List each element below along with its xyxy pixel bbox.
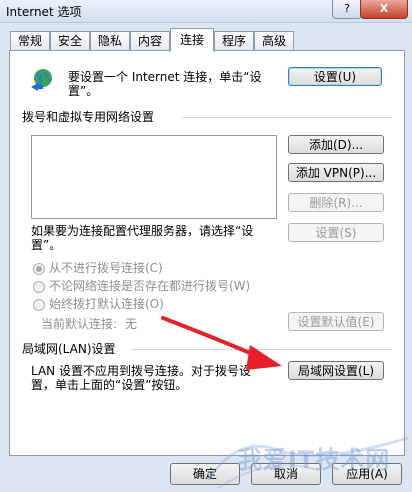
radio-never-dial[interactable] — [33, 263, 45, 275]
lan-settings-button[interactable]: 局域网设置(L) — [288, 361, 384, 380]
current-default-label: 当前默认连接: — [41, 317, 118, 331]
proxy-text-line1: 如果要为连接配置代理服务器，请选择“设 — [31, 224, 254, 238]
setup-text-line1: 要设置一个 Internet 连接，单击“设 — [68, 70, 262, 84]
proxy-text-line2: 置”。 — [31, 238, 62, 252]
ok-button[interactable]: 确定 — [170, 463, 240, 485]
set-default-button[interactable]: 设置默认值(E) — [288, 312, 384, 331]
globe-network-icon — [31, 69, 52, 91]
dialup-divider — [182, 117, 392, 118]
help-button[interactable]: ? — [332, 0, 362, 19]
tab-privacy[interactable]: 隐私 — [90, 31, 130, 51]
connection-list[interactable] — [31, 135, 277, 219]
add-vpn-button[interactable]: 添加 VPN(P)... — [288, 163, 384, 182]
window-title: Internet 选项 — [6, 5, 82, 19]
lan-divider — [132, 349, 392, 350]
apply-button[interactable]: 应用(A) — [332, 463, 402, 485]
lan-heading: 局域网(LAN)设置 — [22, 342, 116, 356]
setup-text-line2: 置”。 — [68, 84, 99, 98]
setup-button[interactable]: 设置(U) — [288, 67, 382, 86]
cancel-button[interactable]: 取消 — [251, 463, 321, 485]
tab-programs[interactable]: 程序 — [214, 31, 254, 51]
tab-connections[interactable]: 连接 — [170, 28, 214, 52]
add-button[interactable]: 添加(D)... — [288, 135, 384, 154]
lan-text-line1: LAN 设置不应用到拨号连接。对于拨号设 — [31, 364, 251, 378]
tab-content[interactable]: 内容 — [130, 31, 170, 51]
tab-security[interactable]: 安全 — [50, 31, 90, 51]
tab-advanced[interactable]: 高级 — [254, 31, 294, 51]
lan-text-line2: 置，单击上面的“设置”按钮。 — [31, 378, 188, 392]
radio-never-dial-label: 从不进行拨号连接(C) — [49, 261, 163, 275]
connections-panel: 要设置一个 Internet 连接，单击“设 置”。 设置(U) 拨号和虚拟专用… — [9, 50, 405, 456]
radio-always-dial[interactable] — [33, 299, 45, 311]
delete-button[interactable]: 删除(R)... — [288, 193, 384, 212]
dialup-heading: 拨号和虚拟专用网络设置 — [22, 110, 155, 124]
radio-dial-when-no-network-label: 不论网络连接是否存在都进行拨号(W) — [49, 279, 251, 293]
radio-always-dial-label: 始终拨打默认连接(O) — [49, 297, 164, 311]
radio-dial-when-no-network[interactable] — [33, 281, 45, 293]
current-default-value: 无 — [125, 317, 138, 331]
close-button[interactable]: X — [360, 0, 408, 19]
tab-general[interactable]: 常规 — [10, 31, 50, 51]
dialup-settings-button[interactable]: 设置(S) — [288, 223, 384, 242]
title-bar: Internet 选项 ? X — [0, 0, 412, 23]
